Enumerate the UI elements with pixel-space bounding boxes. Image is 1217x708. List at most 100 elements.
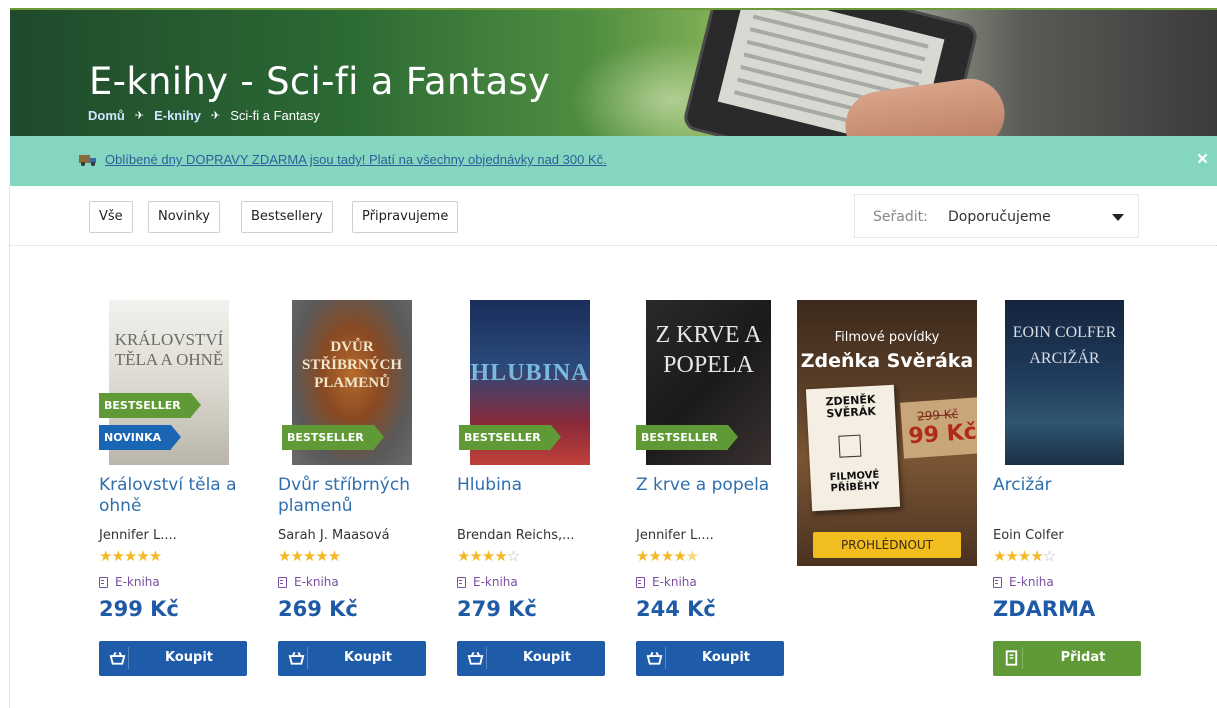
caret-down-icon: [1112, 214, 1124, 221]
filter-new-button[interactable]: Novinky: [148, 201, 220, 233]
filter-bestsellers-button[interactable]: Bestsellery: [241, 201, 333, 233]
star-icon: ★★★★★: [99, 548, 162, 565]
breadcrumb-home[interactable]: Domů: [88, 108, 125, 123]
basket-icon: [288, 647, 308, 669]
star-empty-icon: ☆: [1042, 548, 1056, 565]
product-format: E-kniha: [457, 575, 518, 589]
ad-banner[interactable]: Filmové povídky Zdeňka Svěráka ZDENĚK SV…: [797, 300, 977, 566]
book-icon: [99, 576, 108, 588]
promo-link[interactable]: Oblíbené dny DOPRAVY ZDARMA jsou tady! P…: [105, 152, 607, 167]
star-icon: ★★★★: [636, 548, 687, 565]
product-price: 299 Kč: [99, 597, 179, 621]
buy-button-label: Koupit: [164, 650, 213, 665]
breadcrumb-ebooks[interactable]: E-knihy: [154, 108, 201, 123]
sort-select[interactable]: Seřadit: Doporučujeme: [854, 194, 1139, 238]
format-label: E-kniha: [652, 575, 697, 589]
filter-upcoming-button[interactable]: Připravujeme: [352, 201, 459, 233]
filter-all-button[interactable]: Vše: [89, 201, 133, 233]
product-price: 244 Kč: [636, 597, 716, 621]
book-cover[interactable]: EOIN COLFER ARCIŽÁR: [1005, 300, 1124, 465]
product-title[interactable]: Z krve a popela: [636, 475, 786, 496]
ad-line2: Zdeňka Svěráka: [800, 350, 974, 372]
product-title[interactable]: Království těla a ohně: [99, 475, 249, 517]
buy-button[interactable]: Koupit: [278, 641, 426, 676]
rating-stars: ★★★★☆: [993, 547, 1056, 565]
ad-price-sign: 299 Kč 99 Kč: [900, 397, 977, 459]
product-price: ZDARMA: [993, 597, 1096, 621]
add-button[interactable]: Přidat: [993, 641, 1141, 676]
breadcrumb: Domů ✈ E-knihy ✈ Sci-fi a Fantasy: [88, 108, 320, 123]
product-author[interactable]: Eoin Colfer: [993, 528, 1064, 543]
book-icon: [457, 576, 466, 588]
star-icon: ★★★★: [457, 548, 508, 565]
breadcrumb-separator-icon: ✈: [211, 110, 221, 122]
cover-text: EOIN COLFER ARCIŽÁR: [1012, 324, 1117, 367]
rating-stars: ★★★★★: [636, 547, 699, 565]
sort-label: Seřadit:: [873, 209, 928, 225]
format-label: E-kniha: [1009, 575, 1054, 589]
cover-text: HLUBINA: [470, 360, 590, 386]
ad-new-price: 99 Kč: [907, 419, 977, 450]
product-author[interactable]: Brendan Reichs,...: [457, 528, 575, 543]
basket-icon: [109, 647, 129, 669]
page-title: E-knihy - Sci-fi a Fantasy: [89, 60, 551, 103]
product-title[interactable]: Arcižár: [993, 475, 1143, 496]
rating-stars: ★★★★★: [278, 547, 341, 565]
rating-stars: ★★★★★: [99, 547, 162, 565]
page: E-knihy - Sci-fi a Fantasy Domů ✈ E-knih…: [0, 0, 1217, 708]
cover-text: DVŮR STŘÍBRNÝCH PLAMENŮ: [301, 339, 403, 391]
book-icon: [993, 576, 1002, 588]
product-author[interactable]: Sarah J. Maasová: [278, 528, 390, 543]
book-icon: [636, 576, 645, 588]
truck-icon: [79, 155, 96, 166]
product-price: 279 Kč: [457, 597, 537, 621]
product-title[interactable]: Dvůr stříbrných plamenů: [278, 475, 428, 517]
ad-book-title: FILMOVÉ PŘÍBĚHY: [829, 469, 880, 495]
buy-button-label: Koupit: [522, 650, 571, 665]
filters-bar: Vše Novinky Bestsellery Připravujeme Seř…: [10, 186, 1217, 246]
product-format: E-kniha: [99, 575, 160, 589]
star-half-icon: ★: [685, 548, 699, 565]
basket-icon: [467, 647, 487, 669]
new-badge: NOVINKA: [99, 425, 182, 450]
buy-button[interactable]: Koupit: [636, 641, 784, 676]
bestseller-badge: BESTSELLER: [459, 425, 561, 450]
rating-stars: ★★★★☆: [457, 547, 520, 565]
product-format: E-kniha: [993, 575, 1054, 589]
product-author[interactable]: Jennifer L....: [636, 528, 714, 543]
bestseller-badge: BESTSELLER: [99, 393, 201, 418]
close-icon[interactable]: ×: [1197, 149, 1208, 171]
breadcrumb-current: Sci-fi a Fantasy: [230, 108, 320, 123]
buy-button[interactable]: Koupit: [457, 641, 605, 676]
bestseller-badge: BESTSELLER: [282, 425, 384, 450]
ad-book-art: [838, 434, 862, 458]
book-icon: [278, 576, 287, 588]
format-label: E-kniha: [294, 575, 339, 589]
breadcrumb-separator-icon: ✈: [134, 110, 145, 122]
ad-view-button[interactable]: PROHLÉDNOUT: [813, 532, 961, 558]
hero-banner: E-knihy - Sci-fi a Fantasy Domů ✈ E-knih…: [10, 10, 1217, 136]
star-empty-icon: ☆: [506, 548, 520, 565]
product-author[interactable]: Jennifer L....: [99, 528, 177, 543]
ad-line1: Filmové povídky: [834, 330, 940, 345]
format-label: E-kniha: [115, 575, 160, 589]
basket-icon: [646, 647, 666, 669]
left-divider: [9, 186, 10, 708]
product-format: E-kniha: [636, 575, 697, 589]
product-price: 269 Kč: [278, 597, 358, 621]
star-icon: ★★★★★: [278, 548, 341, 565]
sort-value: Doporučujeme: [948, 209, 1051, 225]
buy-button-label: Koupit: [343, 650, 392, 665]
book-icon: [1005, 647, 1023, 669]
promo-bar: Oblíbené dny DOPRAVY ZDARMA jsou tady! P…: [10, 136, 1217, 186]
star-icon: ★★★★: [993, 548, 1044, 565]
bestseller-badge: BESTSELLER: [636, 425, 738, 450]
buy-button-label: Koupit: [701, 650, 750, 665]
ad-book-author: ZDENĚK SVĚRÁK: [825, 392, 877, 421]
buy-button[interactable]: Koupit: [99, 641, 247, 676]
product-title[interactable]: Hlubina: [457, 475, 607, 496]
product-format: E-kniha: [278, 575, 339, 589]
ad-book-image: ZDENĚK SVĚRÁK FILMOVÉ PŘÍBĚHY: [805, 384, 901, 512]
add-button-label: Přidat: [1060, 650, 1106, 665]
format-label: E-kniha: [473, 575, 518, 589]
